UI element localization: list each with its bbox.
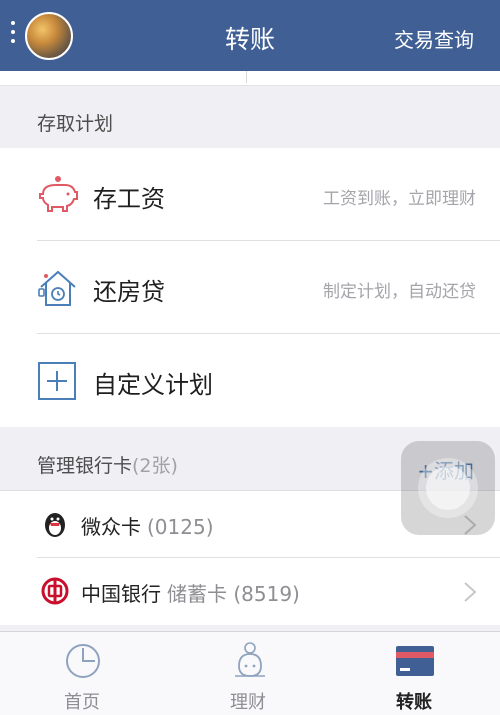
plan-label: 还房贷	[93, 278, 165, 306]
card-name-text: 中国银行	[81, 582, 161, 606]
card-item-boc[interactable]: 中国银行 储蓄卡 (8519)	[0, 558, 500, 625]
house-clock-icon	[38, 270, 76, 306]
penguin-icon	[45, 513, 65, 537]
card-name-text: 微众卡	[81, 515, 141, 539]
cards-section-title-text: 管理银行卡	[37, 455, 133, 477]
transaction-query-button[interactable]: 交易查询	[394, 24, 474, 53]
plans-section-header: 存取计划	[0, 86, 500, 149]
tab-bar: 首页 理财 转账	[0, 631, 500, 715]
plan-item-salary[interactable]: 存工资 工资到账，立即理财	[0, 148, 500, 241]
tab-label: 理财	[230, 692, 266, 713]
card-name: 中国银行 储蓄卡 (8519)	[81, 578, 300, 607]
bank-of-china-icon	[41, 577, 69, 605]
plan-item-mortgage[interactable]: 还房贷 制定计划，自动还贷	[0, 241, 500, 334]
card-number: 储蓄卡 (8519)	[167, 582, 300, 606]
card-number: (0125)	[147, 515, 214, 539]
chevron-right-icon	[464, 582, 477, 602]
tab-transfer[interactable]: 转账	[354, 632, 474, 715]
plan-label: 自定义计划	[93, 371, 213, 399]
card-count: (2张)	[132, 455, 178, 477]
cards-section-title: 管理银行卡(2张)	[37, 451, 178, 478]
assistive-touch-core	[426, 466, 470, 510]
plus-box-icon	[38, 362, 76, 400]
bank-card-icon	[396, 646, 434, 676]
clock-pie-icon	[66, 644, 100, 678]
plan-label: 存工资	[93, 185, 165, 213]
piggy-bank-icon	[39, 176, 78, 212]
plan-hint: 制定计划，自动还贷	[323, 282, 476, 302]
money-bag-icon	[235, 642, 265, 677]
tab-label: 转账	[396, 692, 432, 713]
plan-list: 存工资 工资到账，立即理财 还房贷 制定计划，自动还贷 自定义计划	[0, 148, 500, 427]
assistive-touch-button[interactable]	[401, 441, 495, 535]
plan-item-custom[interactable]: 自定义计划	[0, 334, 500, 427]
tab-finance[interactable]: 理财	[188, 632, 308, 715]
tab-home[interactable]: 首页	[22, 632, 142, 715]
card-name: 微众卡 (0125)	[81, 511, 214, 540]
navbar: 转账 交易查询	[0, 0, 500, 71]
tab-label: 首页	[64, 692, 100, 713]
plans-section-title: 存取计划	[37, 113, 114, 135]
plan-hint: 工资到账，立即理财	[323, 189, 476, 209]
top-strip	[0, 71, 500, 86]
divider	[246, 71, 247, 83]
